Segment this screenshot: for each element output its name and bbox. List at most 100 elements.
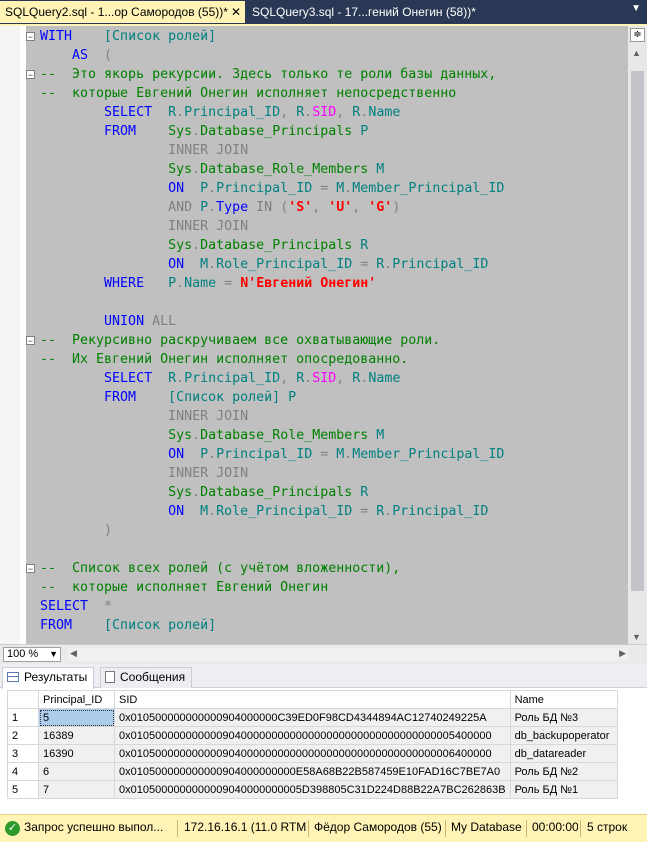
vertical-scrollbar[interactable]: ≑ ▲ ▼	[628, 26, 647, 646]
code-token: .	[192, 238, 201, 253]
column-header-name[interactable]: Name	[509, 690, 618, 709]
code-line[interactable]: Sys.Database_Role_Members M	[40, 426, 384, 445]
code-line[interactable]: UNION ALL	[40, 312, 176, 331]
code-line[interactable]: WITH [Список ролей]	[40, 27, 216, 46]
code-line[interactable]: Sys.Database_Principals R	[40, 483, 368, 502]
code-token: Sys	[168, 162, 193, 177]
code-line[interactable]: Sys.Database_Principals R	[40, 236, 368, 255]
code-line[interactable]: INNER JOIN	[40, 217, 248, 236]
code-line[interactable]: SELECT R.Principal_ID, R.SID, R.Name	[40, 103, 400, 122]
row-number[interactable]: 1	[7, 708, 39, 727]
code-line[interactable]: SELECT *	[40, 597, 112, 616]
code-token: SELECT	[40, 105, 169, 120]
code-token: .	[208, 181, 217, 196]
code-token: P	[168, 276, 177, 291]
code-line[interactable]: AND P.Type IN ('S', 'U', 'G')	[40, 198, 400, 217]
code-line[interactable]: AS (	[40, 46, 112, 65]
collapse-region-icon[interactable]: −	[26, 32, 35, 42]
collapse-region-icon[interactable]: −	[26, 336, 35, 346]
table-row[interactable]: 4 6 0x010500000000000904000000000E58A68B22…	[7, 762, 618, 781]
code-line[interactable]: SELECT R.Principal_ID, R.SID, R.Name	[40, 369, 400, 388]
table-row[interactable]: 2 16389 0x01050000000000090400000000000000…	[7, 726, 618, 745]
code-line[interactable]: )	[40, 521, 112, 540]
code-token: M	[200, 257, 209, 272]
row-number[interactable]: 2	[7, 726, 39, 745]
code-line[interactable]: FROM [Список ролей] P	[40, 388, 296, 407]
table-row[interactable]: 5 7 0x0105000000000009040000000005D398805C…	[7, 780, 618, 799]
code-line[interactable]: -- Это якорь рекурсии. Здесь только те р…	[40, 65, 496, 84]
table-row[interactable]: 3 16390 0x01050000000000090400000000000000…	[7, 744, 618, 763]
code-line[interactable]: ON P.Principal_ID = M.Member_Principal_I…	[40, 445, 504, 464]
cell-name[interactable]: Роль БД №2	[509, 762, 618, 781]
status-divider	[177, 820, 178, 837]
code-line[interactable]: ON M.Role_Principal_ID = R.Principal_ID	[40, 255, 488, 274]
code-line[interactable]: ON P.Principal_ID = M.Member_Principal_I…	[40, 179, 504, 198]
code-token: =	[312, 447, 337, 462]
scroll-left-icon[interactable]: ◀	[70, 648, 77, 659]
row-number-header[interactable]	[7, 690, 39, 709]
code-token: Type	[216, 200, 249, 215]
cell-name[interactable]: Роль БД №1	[509, 780, 618, 799]
results-grid[interactable]: Principal_ID SID Name 1 5 0x01050000000000…	[7, 690, 618, 799]
split-handle-icon[interactable]: ≑	[630, 28, 645, 42]
zoom-select[interactable]: 100 % ▼	[3, 647, 61, 662]
collapse-region-icon[interactable]: −	[26, 70, 35, 80]
cell-sid[interactable]: 0x01050000000000090400000000000000000000…	[114, 744, 511, 763]
code-line[interactable]: FROM [Список ролей]	[40, 616, 216, 635]
code-line[interactable]: INNER JOIN	[40, 141, 248, 160]
cell-sid[interactable]: 0x0105000000000009040000000005D398805C31…	[114, 780, 511, 799]
cell-name[interactable]: db_backupoperator	[509, 726, 618, 745]
code-token: .	[176, 276, 185, 291]
scroll-right-icon[interactable]: ▶	[619, 648, 626, 659]
table-row[interactable]: 1 5 0x010500000000000904000000C39ED0F98CD4…	[7, 708, 618, 727]
tab-list-dropdown-icon[interactable]: ▼	[631, 3, 641, 14]
cell-name[interactable]: db_datareader	[509, 744, 618, 763]
column-header-sid[interactable]: SID	[114, 690, 511, 709]
scroll-thumb[interactable]	[631, 71, 644, 591]
code-token: AND	[40, 200, 201, 215]
scroll-down-icon[interactable]: ▼	[632, 632, 641, 642]
tab-sqlquery2[interactable]: SQLQuery2.sql - 1...ор Самородов (55))* …	[0, 1, 245, 23]
code-token: Name	[184, 276, 217, 291]
cell-principal-id[interactable]: 5	[38, 708, 115, 727]
tab-results[interactable]: Результаты	[2, 667, 95, 689]
code-line[interactable]: -- которые исполняет Евгений Онегин	[40, 578, 328, 597]
row-number[interactable]: 4	[7, 762, 39, 781]
cell-sid[interactable]: 0x01050000000000090400000000000000000000…	[114, 726, 511, 745]
cell-sid[interactable]: 0x010500000000000904000000C39ED0F98CD434…	[114, 708, 511, 727]
grid-header-row: Principal_ID SID Name	[7, 690, 618, 709]
code-line[interactable]: -- Список всех ролей (с учётом вложеннос…	[40, 559, 400, 578]
tab-messages[interactable]: Сообщения	[100, 667, 193, 688]
code-line[interactable]: INNER JOIN	[40, 464, 248, 483]
message-icon	[105, 671, 115, 683]
cell-principal-id[interactable]: 16390	[38, 744, 115, 763]
code-line[interactable]: Sys.Database_Role_Members M	[40, 160, 384, 179]
cell-name[interactable]: Роль БД №3	[509, 708, 618, 727]
query-editor[interactable]: WITH [Список ролей] AS (-- Это якорь рек…	[0, 24, 647, 646]
scroll-up-icon[interactable]: ▲	[632, 48, 641, 58]
code-area[interactable]: WITH [Список ролей] AS (-- Это якорь рек…	[20, 26, 628, 646]
cell-principal-id[interactable]: 6	[38, 762, 115, 781]
code-line[interactable]: WHERE P.Name = N'Евгений Онегин'	[40, 274, 376, 293]
results-pane: Результаты Сообщения Principal_ID SID Na…	[0, 664, 647, 814]
close-tab-icon[interactable]: ✕	[231, 1, 241, 23]
row-number[interactable]: 5	[7, 780, 39, 799]
cell-principal-id[interactable]: 16389	[38, 726, 115, 745]
tab-sqlquery3[interactable]: SQLQuery3.sql - 17...гений Онегин (58))*	[247, 1, 477, 23]
code-token: (	[104, 48, 113, 63]
horizontal-scrollbar[interactable]: ◀ ▶	[68, 648, 628, 661]
collapse-region-icon[interactable]: −	[26, 564, 35, 574]
row-number[interactable]: 3	[7, 744, 39, 763]
code-line[interactable]: FROM Sys.Database_Principals P	[40, 122, 368, 141]
cell-principal-id[interactable]: 7	[38, 780, 115, 799]
cell-sid[interactable]: 0x010500000000000904000000000E58A68B22B5…	[114, 762, 511, 781]
code-line[interactable]: ON M.Role_Principal_ID = R.Principal_ID	[40, 502, 488, 521]
code-line[interactable]: -- Рекурсивно раскручиваем все охватываю…	[40, 331, 440, 350]
code-token: Principal_ID	[392, 504, 489, 519]
code-line[interactable]: -- которые Евгений Онегин исполняет непо…	[40, 84, 456, 103]
zoom-value: 100 %	[7, 648, 39, 660]
code-line[interactable]: -- Их Евгений Онегин исполняет опосредов…	[40, 350, 408, 369]
column-header-principal-id[interactable]: Principal_ID	[38, 690, 115, 709]
code-line[interactable]: INNER JOIN	[40, 407, 248, 426]
code-token: ON	[40, 504, 201, 519]
